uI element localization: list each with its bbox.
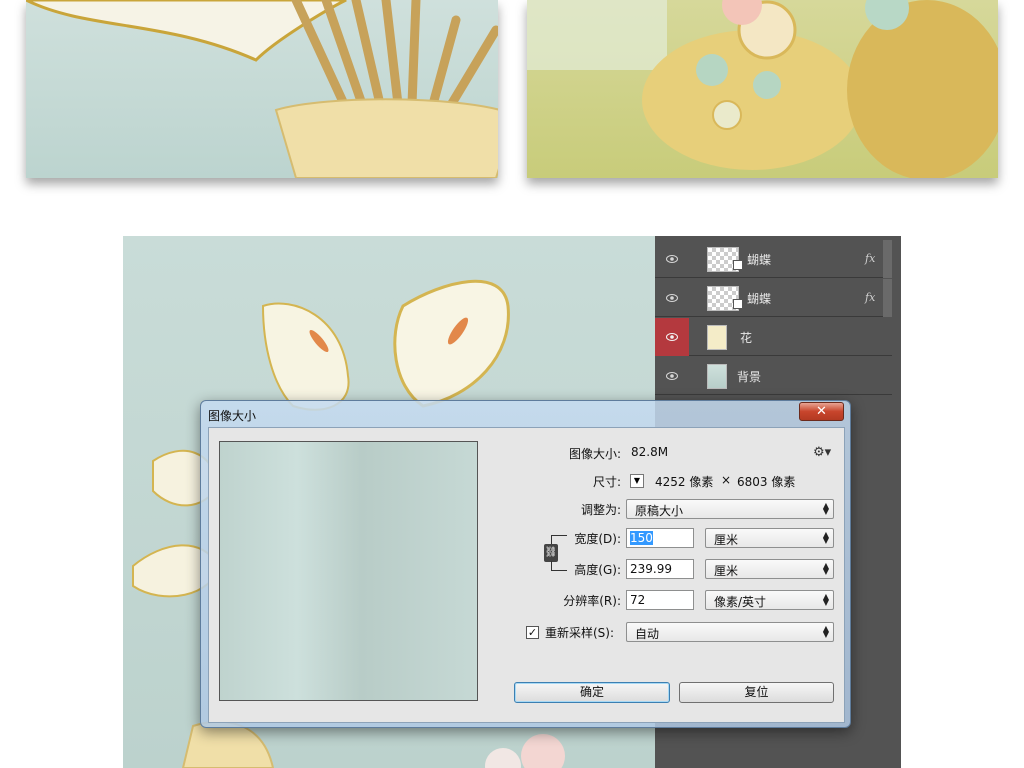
image-preview[interactable]: [219, 441, 478, 701]
eye-icon: [666, 255, 678, 263]
resolution-input[interactable]: 72: [626, 590, 694, 610]
dialog-title: 图像大小: [208, 409, 257, 423]
resolution-unit-select[interactable]: 像素/英寸 ▲ ▼: [705, 590, 834, 610]
visibility-toggle[interactable]: [655, 240, 689, 278]
chevron-updown-icon: ▲ ▼: [822, 530, 829, 545]
dimensions-label: 尺寸:: [592, 475, 621, 489]
chevron-updown-icon: ▲ ▼: [822, 624, 829, 639]
eye-icon: [666, 333, 678, 341]
resample-label: 重新采样(S):: [545, 626, 615, 640]
fx-icon[interactable]: fx: [865, 252, 875, 265]
left-preview-image: [26, 0, 498, 178]
smart-object-icon: [733, 260, 743, 270]
layer-scrollbar[interactable]: [883, 240, 892, 278]
layer-thumbnail: [707, 325, 727, 350]
layer-row-butterfly-1[interactable]: 蝴蝶 fx: [655, 240, 892, 278]
resolution-label: 分辨率(R):: [563, 594, 621, 608]
dimensions-dropdown[interactable]: ▼: [630, 474, 644, 488]
smart-object-icon: [733, 299, 743, 309]
resample-value: 自动: [635, 627, 660, 641]
layer-name: 蝴蝶: [747, 253, 772, 267]
layer-name: 背景: [737, 370, 762, 384]
vase-artwork: [527, 0, 998, 178]
fit-to-label: 调整为:: [580, 503, 621, 517]
dimensions-width: 4252 像素: [655, 475, 714, 489]
layer-name: 蝴蝶: [747, 292, 772, 306]
layer-row-background[interactable]: 背景: [655, 357, 892, 395]
ok-button[interactable]: 确定: [514, 682, 670, 703]
height-input[interactable]: 239.99: [626, 559, 694, 579]
visibility-toggle[interactable]: [655, 318, 689, 356]
dimensions-height: 6803 像素: [737, 475, 796, 489]
fit-to-value: 原稿大小: [635, 504, 684, 518]
visibility-toggle[interactable]: [655, 357, 689, 395]
dialog-body: 图像大小: 82.8M ⚙▾ 尺寸: ▼ 4252 像素 × 6803 像素 调…: [208, 427, 845, 723]
image-size-value: 82.8M: [631, 445, 669, 459]
height-unit-select[interactable]: 厘米 ▲ ▼: [705, 559, 834, 579]
image-size-dialog: 图像大小 ✕ 图像大小: 82.8M ⚙▾ 尺寸: ▼ 4252 像素 × 68…: [200, 400, 851, 728]
reset-button[interactable]: 复位: [679, 682, 834, 703]
gear-icon[interactable]: ⚙▾: [813, 445, 831, 460]
resolution-unit-value: 像素/英寸: [714, 595, 767, 609]
image-size-label: 图像大小:: [568, 447, 621, 461]
layer-thumbnail: [707, 364, 727, 389]
close-button[interactable]: ✕: [799, 402, 844, 421]
width-unit-select[interactable]: 厘米 ▲ ▼: [705, 528, 834, 548]
chevron-updown-icon: ▲ ▼: [822, 501, 829, 516]
fx-icon[interactable]: fx: [865, 291, 875, 304]
resample-checkbox[interactable]: ✓: [526, 626, 539, 639]
width-input[interactable]: 150: [626, 528, 694, 548]
fit-to-select[interactable]: 原稿大小 ▲ ▼: [626, 499, 834, 519]
chevron-updown-icon: ▲ ▼: [822, 561, 829, 576]
layer-name: 花: [740, 331, 753, 345]
height-label: 高度(G):: [574, 563, 621, 577]
chevron-updown-icon: ▲ ▼: [822, 592, 829, 607]
height-unit-value: 厘米: [714, 564, 739, 578]
eye-icon: [666, 294, 678, 302]
layer-row-butterfly-2[interactable]: 蝴蝶 fx: [655, 279, 892, 317]
dimensions-x: ×: [721, 473, 732, 487]
eye-icon: [666, 372, 678, 380]
resample-select[interactable]: 自动 ▲ ▼: [626, 622, 834, 642]
right-preview-image: [527, 0, 998, 178]
calla-lily-artwork: [26, 0, 498, 178]
visibility-toggle[interactable]: [655, 279, 689, 317]
width-label: 宽度(D):: [574, 532, 621, 546]
layer-row-flower[interactable]: 花: [655, 318, 892, 356]
layer-scrollbar[interactable]: [883, 279, 892, 317]
width-unit-value: 厘米: [714, 533, 739, 547]
